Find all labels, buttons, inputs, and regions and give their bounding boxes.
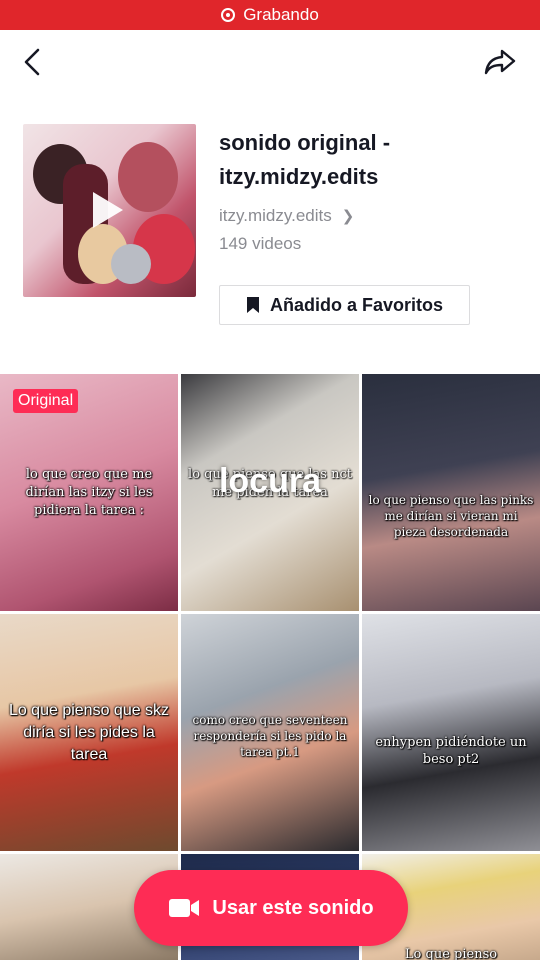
bookmark-icon bbox=[246, 297, 259, 313]
favorite-label: Añadido a Favoritos bbox=[269, 294, 444, 315]
video-caption: como creo que seventeen respondería si l… bbox=[192, 713, 348, 759]
video-thumbnail[interactable]: lo que pienso que las pinks me dirían si… bbox=[362, 374, 540, 611]
sound-cover-image[interactable] bbox=[23, 124, 196, 297]
video-overlay-text: locura bbox=[218, 462, 322, 500]
use-sound-button[interactable]: Usar este sonido bbox=[134, 870, 408, 946]
chevron-right-icon: ❯ bbox=[341, 208, 355, 225]
video-camera-icon bbox=[169, 899, 200, 917]
share-arrow-icon bbox=[484, 49, 516, 75]
recording-bar: Grabando bbox=[0, 0, 540, 30]
author-name: itzy.midzy.edits bbox=[219, 206, 332, 225]
video-thumbnail[interactable]: Lo que pienso que skz diría si les pides… bbox=[0, 614, 178, 851]
video-thumbnail[interactable]: Original lo que creo que me dirían las i… bbox=[0, 374, 178, 611]
top-nav bbox=[0, 30, 540, 92]
favorite-button[interactable]: Añadido a Favoritos bbox=[219, 285, 470, 325]
use-sound-label: Usar este sonido bbox=[212, 896, 374, 919]
video-thumbnail[interactable]: como creo que seventeen respondería si l… bbox=[181, 614, 359, 851]
video-caption: Lo que pienso bbox=[404, 947, 498, 960]
video-count: 149 videos bbox=[219, 234, 302, 253]
video-caption: Lo que pienso que skz diría si les pides… bbox=[8, 702, 170, 763]
play-icon bbox=[93, 192, 123, 228]
author-link[interactable]: itzy.midzy.edits ❯ bbox=[219, 206, 354, 226]
video-thumbnail[interactable]: lo que pienso que las nct me piden la ta… bbox=[181, 374, 359, 611]
recording-label: Grabando bbox=[243, 5, 319, 24]
video-caption: enhypen pidiéndote un beso pt2 bbox=[375, 735, 527, 767]
share-button[interactable] bbox=[482, 44, 518, 80]
video-thumbnail[interactable]: enhypen pidiéndote un beso pt2 bbox=[362, 614, 540, 851]
back-button[interactable] bbox=[14, 44, 50, 80]
chevron-left-icon bbox=[24, 48, 40, 76]
sound-title: sonido original - itzy.midzy.edits bbox=[219, 130, 391, 189]
original-badge: Original bbox=[13, 389, 79, 413]
sound-header: sonido original - itzy.midzy.edits itzy.… bbox=[0, 92, 540, 374]
video-caption: lo que creo que me dirían las itzy si le… bbox=[25, 467, 153, 518]
record-icon bbox=[221, 8, 236, 22]
video-caption: lo que pienso que las pinks me dirían si… bbox=[368, 493, 534, 539]
